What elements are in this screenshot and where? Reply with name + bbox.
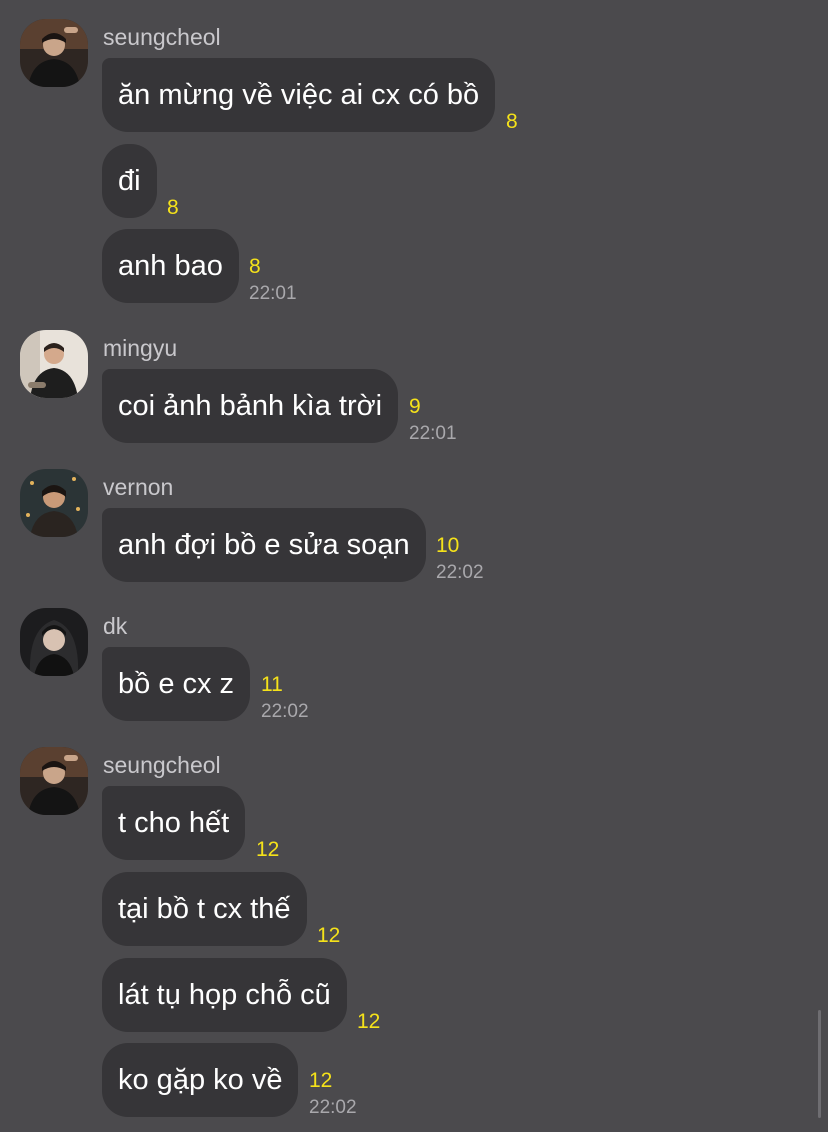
timestamp: 22:02 [436,562,484,583]
unread-count: 11 [261,673,283,696]
profile-photo-icon [20,469,88,537]
unread-count: 8 [167,196,179,219]
message-bubble[interactable]: đi [102,144,157,218]
avatar[interactable] [20,469,88,537]
profile-photo-icon [20,747,88,815]
message-bubble[interactable]: t cho hết [102,786,246,860]
message-bubble[interactable]: anh bao [102,229,239,303]
timestamp: 22:01 [409,423,457,444]
avatar[interactable] [20,330,88,398]
avatar[interactable] [20,608,88,676]
unread-count: 12 [317,924,341,947]
sender-name: seungcheol [103,752,221,778]
unread-count: 12 [357,1010,381,1033]
timestamp: 22:02 [261,701,309,722]
sender-name: seungcheol [103,24,221,50]
message-bubble[interactable]: ko gặp ko về [102,1043,299,1117]
profile-photo-icon [20,330,88,398]
message-bubble[interactable]: anh đợi bồ e sửa soạn [102,508,426,582]
profile-photo-icon [20,19,88,87]
sender-name: mingyu [103,335,178,361]
sender-name: vernon [103,474,174,500]
unread-count: 8 [249,255,261,278]
avatar[interactable] [20,19,88,87]
unread-count: 10 [436,534,460,557]
unread-count: 8 [506,110,518,133]
profile-photo-icon [20,608,88,676]
timestamp: 22:02 [309,1097,357,1118]
unread-count: 12 [309,1069,333,1092]
message-bubble[interactable]: tại bồ t cx thế [102,872,307,946]
unread-count: 12 [256,838,280,861]
avatar[interactable] [20,747,88,815]
message-bubble[interactable]: coi ảnh bảnh kìa trời [102,369,399,443]
unread-count: 9 [409,395,421,418]
timestamp: 22:01 [249,283,297,304]
sender-name: dk [103,613,128,639]
message-bubble[interactable]: bồ e cx z [102,647,251,721]
message-bubble[interactable]: lát tụ họp chỗ cũ [102,958,347,1032]
scrollbar[interactable] [818,1010,821,1118]
message-bubble[interactable]: ăn mừng về việc ai cx có bồ [102,58,496,132]
chat-message-list[interactable]: seungcheol ăn mừng về việc ai cx có bồ 8 đi… [0,0,828,1132]
